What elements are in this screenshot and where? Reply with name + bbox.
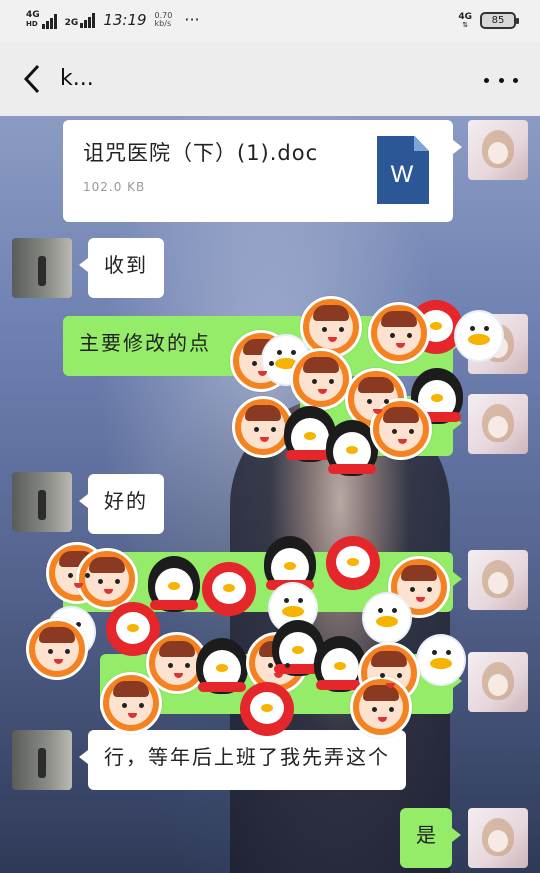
cellular-signal-2-icon: 2G (65, 12, 96, 28)
boy-face-sticker (370, 398, 432, 460)
back-button[interactable] (18, 62, 48, 96)
red-bird-sticker (198, 556, 260, 618)
boy-face-sticker (350, 676, 412, 738)
boy-face-sticker (290, 348, 352, 410)
my-avatar[interactable] (468, 808, 528, 868)
cellular-signal-icon: 4G HD (26, 10, 57, 29)
contact-avatar[interactable] (12, 730, 72, 790)
message-bubble[interactable]: 行，等年后上班了我先弄这个 (79, 730, 406, 790)
file-message[interactable]: 诅咒医院（下）(1).doc 102.0 KB W (63, 120, 462, 222)
message-bubble[interactable]: 好的 (79, 474, 164, 534)
network-speed: 0.70 kb/s (154, 10, 173, 28)
white-duck-sticker (448, 306, 510, 366)
battery-icon: 85 (480, 12, 519, 29)
dot-icon (484, 77, 489, 83)
my-avatar[interactable] (468, 394, 528, 454)
white-duck-sticker (410, 630, 472, 690)
chat-background: 诅咒医院（下）(1).doc 102.0 KB W 收到 主要修改的点 好的 行… (0, 116, 540, 873)
file-name: 诅咒医院（下）(1).doc (83, 141, 319, 165)
notification-dots: ··· (184, 10, 200, 29)
message-bubble[interactable]: 是 (400, 808, 461, 868)
red-bird-sticker (322, 530, 384, 592)
dot-icon (498, 77, 504, 83)
status-bar: 4G HD 2G 13:19 0.70 kb/s ··· 4G ⇅ 85 (0, 0, 540, 42)
my-avatar[interactable] (468, 120, 528, 180)
red-bird-sticker (236, 676, 298, 738)
my-avatar[interactable] (468, 652, 528, 712)
battery-level: 85 (491, 15, 505, 26)
boy-face-sticker (26, 618, 88, 680)
file-size: 102.0 KB (83, 180, 146, 194)
chat-title[interactable]: k... (60, 66, 94, 91)
boy-face-sticker (100, 672, 162, 734)
network-4g-icon: 4G ⇅ (458, 11, 472, 29)
message-bubble[interactable]: 收到 (79, 238, 164, 298)
boy-face-sticker (368, 302, 430, 364)
word-doc-icon: W (377, 136, 429, 204)
my-avatar[interactable] (468, 550, 528, 610)
contact-avatar[interactable] (12, 472, 72, 532)
clock: 13:19 (103, 10, 147, 29)
more-options-button[interactable] (484, 68, 518, 92)
dot-icon (513, 77, 518, 83)
contact-avatar[interactable] (12, 238, 72, 298)
chevron-left-icon (23, 64, 40, 94)
chat-header: k... (0, 42, 540, 116)
